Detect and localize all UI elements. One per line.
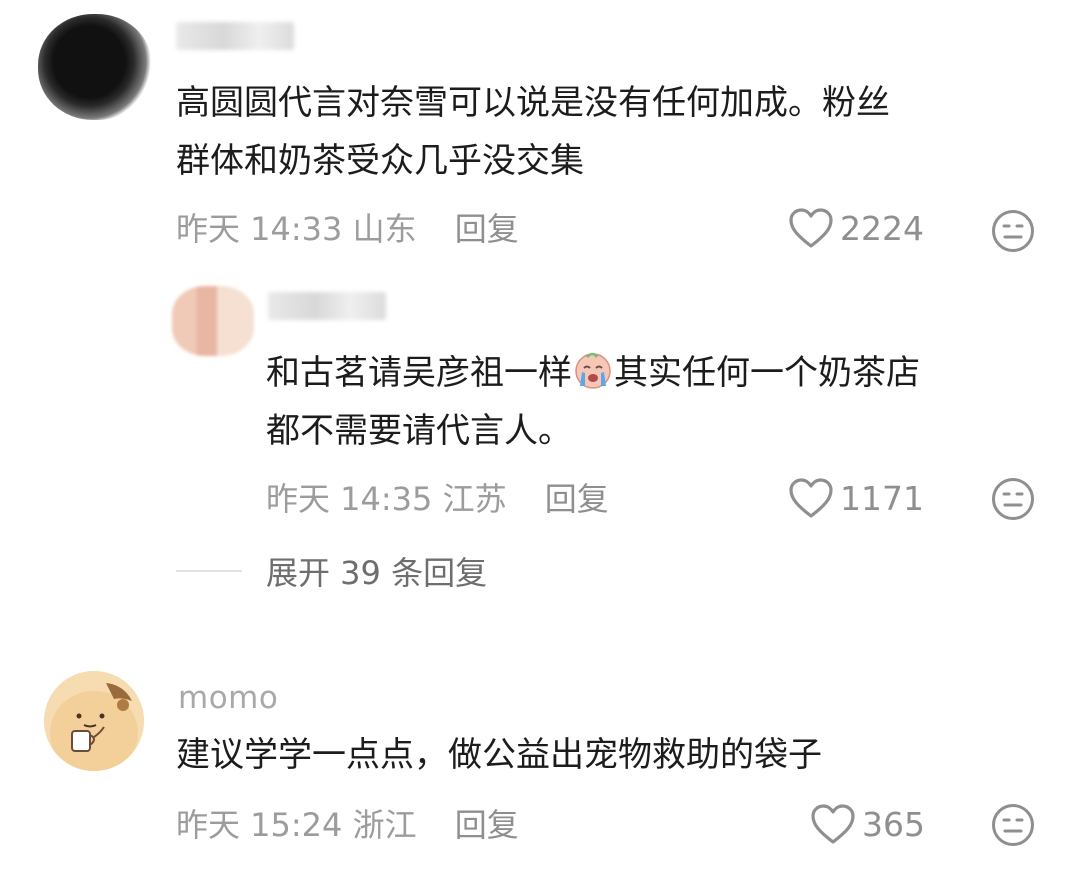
neutral-face-icon[interactable] — [990, 802, 1036, 852]
comment-text: 建议学学一点点，做公益出宠物救助的袋子 — [176, 735, 822, 775]
crying-face-emoji — [573, 350, 613, 390]
expand-divider — [176, 570, 242, 572]
username[interactable]: momo — [178, 680, 278, 716]
heart-outline-icon — [810, 803, 856, 845]
comment-location: 山东 — [352, 210, 417, 248]
comment-location: 江苏 — [442, 480, 507, 518]
neutral-face-icon[interactable] — [990, 208, 1036, 258]
avatar[interactable] — [172, 286, 254, 356]
like-count: 1171 — [840, 478, 924, 518]
like-count: 365 — [862, 804, 925, 844]
comment-text: 和古茗请吴彦祖一样 其实任何一个奶茶店 都不需要请代言人。 — [266, 344, 1046, 460]
reply-button[interactable]: 回复 — [455, 210, 519, 248]
comment-text: 高圆圆代言对奈雪可以说是没有任何加成。粉丝 群体和奶茶受众几乎没交集 — [176, 83, 890, 181]
reply-button[interactable]: 回复 — [545, 480, 609, 518]
like-button[interactable]: 365 — [810, 803, 925, 845]
comment-time: 昨天 15:24 — [176, 806, 343, 844]
comment-meta: 昨天 14:35 江苏 回复 — [266, 474, 609, 520]
username-blurred[interactable] — [176, 22, 294, 50]
username-blurred[interactable] — [268, 292, 386, 320]
like-count: 2224 — [840, 208, 924, 248]
avatar[interactable] — [38, 14, 152, 120]
comment-text-part: 和古茗请吴彦祖一样 — [266, 353, 572, 393]
comment-location: 浙江 — [352, 806, 417, 844]
avatar[interactable] — [44, 671, 144, 771]
expand-replies-button[interactable]: 展开 39 条回复 — [266, 548, 487, 594]
heart-outline-icon — [788, 477, 834, 519]
cartoon-avatar-icon — [44, 671, 144, 771]
neutral-face-icon[interactable] — [990, 476, 1036, 526]
comment-time: 昨天 14:35 — [266, 480, 433, 518]
like-button[interactable]: 1171 — [788, 477, 924, 519]
like-button[interactable]: 2224 — [788, 207, 924, 249]
comment-time: 昨天 14:33 — [176, 210, 343, 248]
reply-button[interactable]: 回复 — [455, 806, 519, 844]
heart-outline-icon — [788, 207, 834, 249]
comment-meta: 昨天 15:24 浙江 回复 — [176, 800, 519, 846]
comment-meta: 昨天 14:33 山东 回复 — [176, 204, 519, 250]
